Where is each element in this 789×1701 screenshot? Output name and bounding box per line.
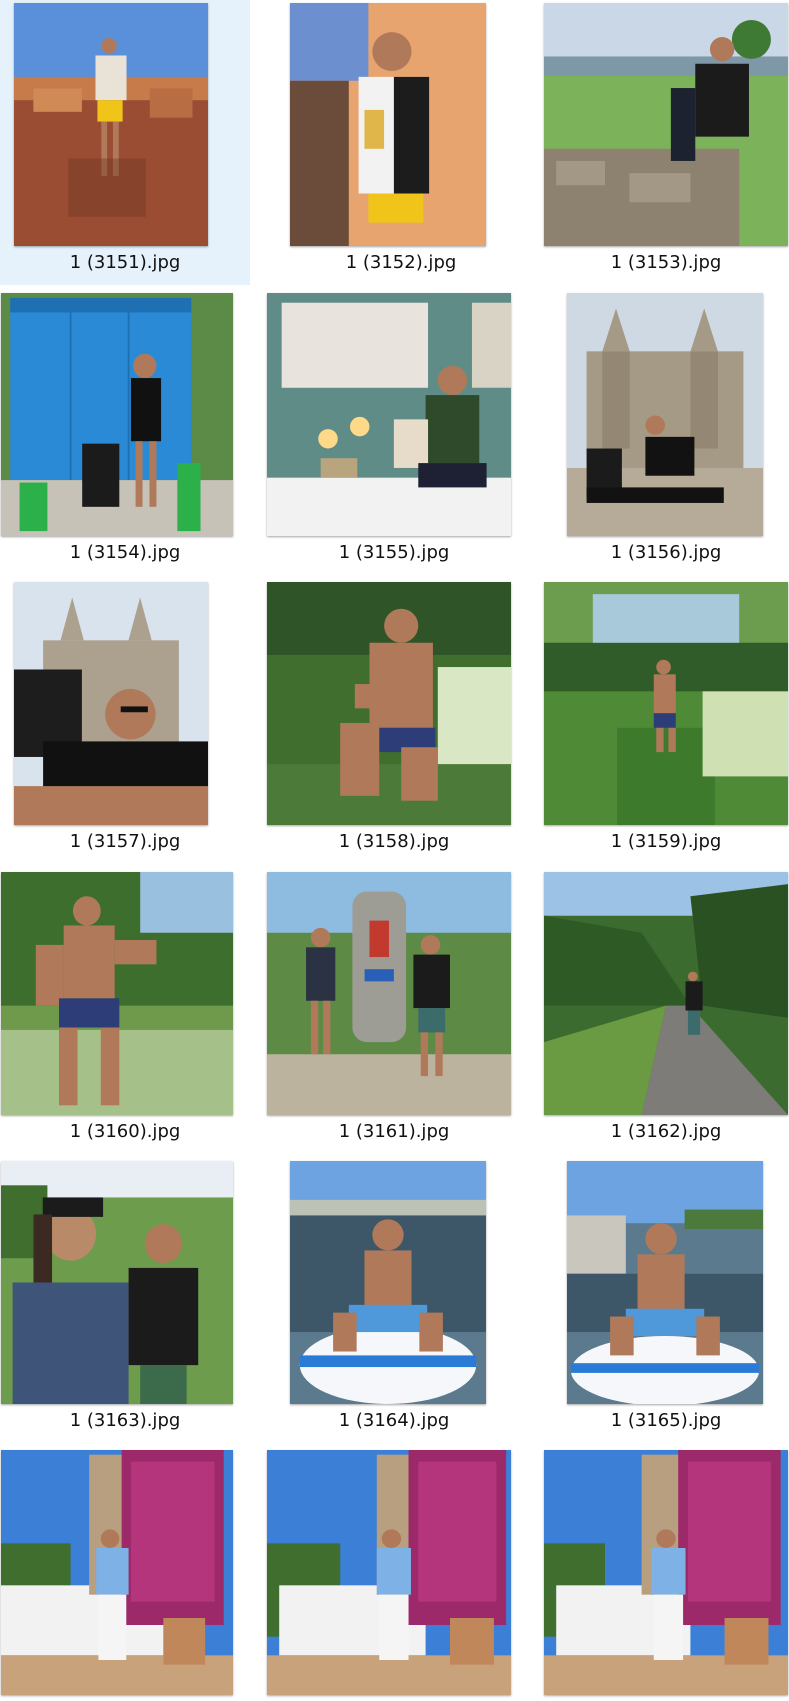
file-tile-1-3161[interactable]: 1 (3161).jpg — [266, 869, 522, 1154]
file-name-label: 1 (3152).jpg — [345, 252, 457, 273]
image-thumbnail[interactable] — [1, 293, 233, 536]
file-tile-1-3158[interactable]: 1 (3158).jpg — [266, 579, 522, 864]
image-thumbnail[interactable] — [544, 1450, 788, 1695]
image-thumbnail[interactable] — [544, 872, 788, 1115]
file-tile-1-3155[interactable]: 1 (3155).jpg — [266, 290, 522, 575]
file-name-label: 1 (3158).jpg — [338, 831, 450, 852]
image-thumbnail[interactable] — [267, 582, 511, 825]
file-tile-row6-1[interactable] — [0, 1447, 250, 1701]
file-tile-1-3153[interactable]: 1 (3153).jpg — [543, 0, 789, 285]
file-name-label: 1 (3154).jpg — [69, 542, 181, 563]
image-thumbnail[interactable] — [267, 872, 511, 1115]
file-name-label: 1 (3153).jpg — [610, 252, 722, 273]
image-thumbnail[interactable] — [267, 1450, 511, 1695]
file-tile-1-3165[interactable]: 1 (3165).jpg — [543, 1158, 789, 1443]
file-tile-row6-3[interactable] — [543, 1447, 789, 1701]
file-tile-1-3157[interactable]: 1 (3157).jpg — [0, 579, 250, 864]
file-name-label: 1 (3165).jpg — [610, 1410, 722, 1431]
image-thumbnail[interactable] — [290, 3, 486, 246]
file-tile-1-3160[interactable]: 1 (3160).jpg — [0, 869, 250, 1154]
image-thumbnail[interactable] — [1, 872, 233, 1115]
file-tile-1-3163[interactable]: 1 (3163).jpg — [0, 1158, 250, 1443]
file-tile-1-3156[interactable]: 1 (3156).jpg — [543, 290, 789, 575]
file-tile-1-3151[interactable]: 1 (3151).jpg — [0, 0, 250, 285]
image-thumbnail[interactable] — [1, 1450, 233, 1695]
file-tile-row6-2[interactable] — [266, 1447, 522, 1701]
image-thumbnail[interactable] — [567, 1161, 763, 1404]
file-tile-1-3152[interactable]: 1 (3152).jpg — [276, 0, 526, 285]
file-name-label: 1 (3164).jpg — [338, 1410, 450, 1431]
file-name-label: 1 (3161).jpg — [338, 1121, 450, 1142]
file-name-label: 1 (3151).jpg — [69, 252, 181, 273]
file-tile-1-3159[interactable]: 1 (3159).jpg — [543, 579, 789, 864]
file-name-label: 1 (3160).jpg — [69, 1121, 181, 1142]
file-name-label: 1 (3159).jpg — [610, 831, 722, 852]
image-thumbnail[interactable] — [290, 1161, 486, 1404]
image-thumbnail[interactable] — [267, 293, 511, 536]
file-tile-1-3164[interactable]: 1 (3164).jpg — [266, 1158, 522, 1443]
image-thumbnail[interactable] — [567, 293, 763, 536]
file-tile-1-3154[interactable]: 1 (3154).jpg — [0, 290, 250, 575]
file-tile-1-3162[interactable]: 1 (3162).jpg — [543, 869, 789, 1154]
file-name-label: 1 (3163).jpg — [69, 1410, 181, 1431]
file-thumbnail-grid: 1 (3151).jpg 1 (3152).jpg 1 (3153).jpg 1… — [0, 0, 789, 1701]
image-thumbnail[interactable] — [544, 3, 788, 246]
image-thumbnail[interactable] — [14, 3, 208, 246]
image-thumbnail[interactable] — [14, 582, 208, 825]
file-name-label: 1 (3162).jpg — [610, 1121, 722, 1142]
image-thumbnail[interactable] — [544, 582, 788, 825]
file-name-label: 1 (3157).jpg — [69, 831, 181, 852]
file-name-label: 1 (3156).jpg — [610, 542, 722, 563]
file-name-label: 1 (3155).jpg — [338, 542, 450, 563]
image-thumbnail[interactable] — [1, 1161, 233, 1404]
